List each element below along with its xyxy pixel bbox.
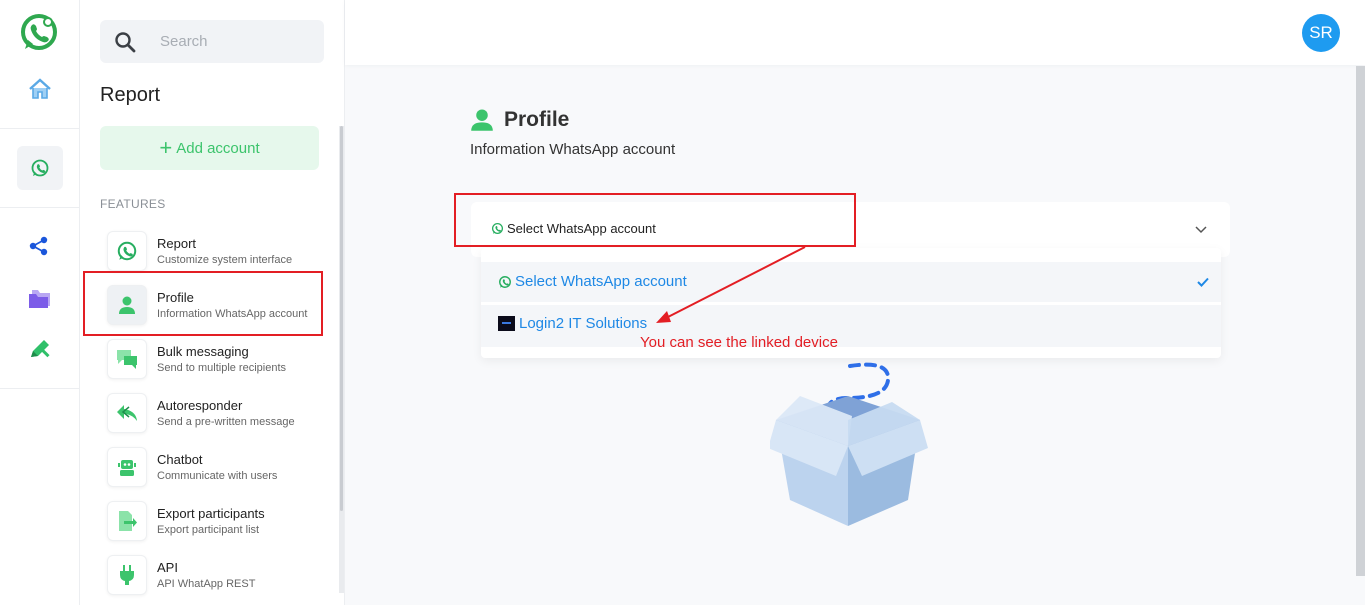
- sidebar-item-api[interactable]: API API WhatApp REST: [107, 551, 317, 599]
- dropdown-option-label: Select WhatsApp account: [515, 273, 687, 290]
- account-dropdown: Select WhatsApp account Login2 IT Soluti…: [481, 248, 1221, 358]
- dropdown-option-label: Login2 IT Solutions: [519, 315, 648, 332]
- home-icon[interactable]: [28, 78, 52, 100]
- icon-rail: [0, 0, 80, 605]
- sidebar-item-subtitle: Send to multiple recipients: [157, 362, 287, 374]
- sidebar-item-autoresponder[interactable]: Autoresponder Send a pre-written message: [107, 389, 317, 437]
- dropdown-option-device[interactable]: Login2 IT Solutions: [481, 305, 1221, 347]
- annotation-text: You can see the linked device: [640, 334, 838, 351]
- sidebar-item-title: Report: [157, 236, 197, 251]
- add-account-button[interactable]: + Add account: [100, 126, 319, 170]
- sidebar-item-title: Autoresponder: [157, 398, 243, 413]
- rail-divider: [0, 388, 80, 389]
- dropdown-option-selected[interactable]: Select WhatsApp account: [481, 262, 1221, 302]
- annotation-highlight-profile: [83, 271, 323, 336]
- sidebar-item-chatbot[interactable]: Chatbot Communicate with users: [107, 443, 317, 491]
- sidebar-item-subtitle: Export participant list: [157, 524, 260, 536]
- sidebar-item-title: API: [157, 560, 178, 575]
- page-title: Profile: [504, 108, 570, 131]
- sidebar-item-title: Export participants: [157, 506, 265, 521]
- device-thumbnail-icon: [498, 316, 515, 331]
- avatar[interactable]: SR: [1302, 14, 1340, 52]
- robot-icon: [107, 447, 147, 487]
- folder-icon[interactable]: [27, 287, 53, 309]
- dropdown-option: Select WhatsApp account: [498, 273, 687, 290]
- sidebar-item-subtitle: API WhatApp REST: [157, 578, 256, 590]
- sidebar-item-title: Bulk messaging: [157, 344, 249, 359]
- user-icon: [471, 109, 493, 131]
- plus-icon: +: [159, 135, 173, 160]
- share-nodes-icon[interactable]: [29, 236, 49, 256]
- search-icon: [115, 31, 136, 52]
- sidebar-item-export-participants[interactable]: Export participants Export participant li…: [107, 497, 317, 545]
- rail-divider: [0, 207, 80, 208]
- whatsapp-logo-icon[interactable]: [19, 13, 59, 53]
- search-input[interactable]: [160, 33, 300, 50]
- sidebar-item-bulk-messaging[interactable]: Bulk messaging Send to multiple recipient…: [107, 335, 317, 383]
- sidebar-item-subtitle: Customize system interface: [157, 254, 293, 266]
- reply-icon: [107, 393, 147, 433]
- whatsapp-icon: [499, 275, 511, 288]
- export-icon: [107, 501, 147, 541]
- search-box[interactable]: [100, 20, 324, 63]
- plug-icon: [107, 555, 147, 595]
- chevron-down-icon[interactable]: [1194, 222, 1208, 236]
- sidebar-item-report[interactable]: Report Customize system interface: [107, 227, 317, 275]
- page-header: Profile: [470, 108, 569, 132]
- empty-box-illustration: [770, 362, 928, 526]
- features-section-label: FEATURES: [100, 197, 166, 211]
- page-subtitle: Information WhatsApp account: [470, 141, 676, 158]
- check-icon: [1197, 277, 1209, 287]
- top-header: SR: [345, 0, 1365, 65]
- sidebar-item-subtitle: Send a pre-written message: [157, 416, 295, 428]
- sidebar-title: Report: [100, 84, 161, 106]
- sidebar-item-title: Chatbot: [157, 452, 203, 467]
- annotation-highlight-select: [454, 193, 856, 247]
- sidebar-item-subtitle: Communicate with users: [157, 470, 278, 482]
- whatsapp-icon: [107, 231, 147, 271]
- dropdown-option: Login2 IT Solutions: [498, 315, 647, 332]
- rail-divider: [0, 128, 80, 129]
- sidebar-scrollbar-thumb[interactable]: [340, 126, 343, 511]
- edit-pen-icon[interactable]: [28, 338, 52, 360]
- add-account-label: Add account: [176, 139, 260, 157]
- whatsapp-icon[interactable]: [17, 146, 63, 190]
- page-scrollbar[interactable]: [1356, 66, 1365, 576]
- chat-bubbles-icon: [107, 339, 147, 379]
